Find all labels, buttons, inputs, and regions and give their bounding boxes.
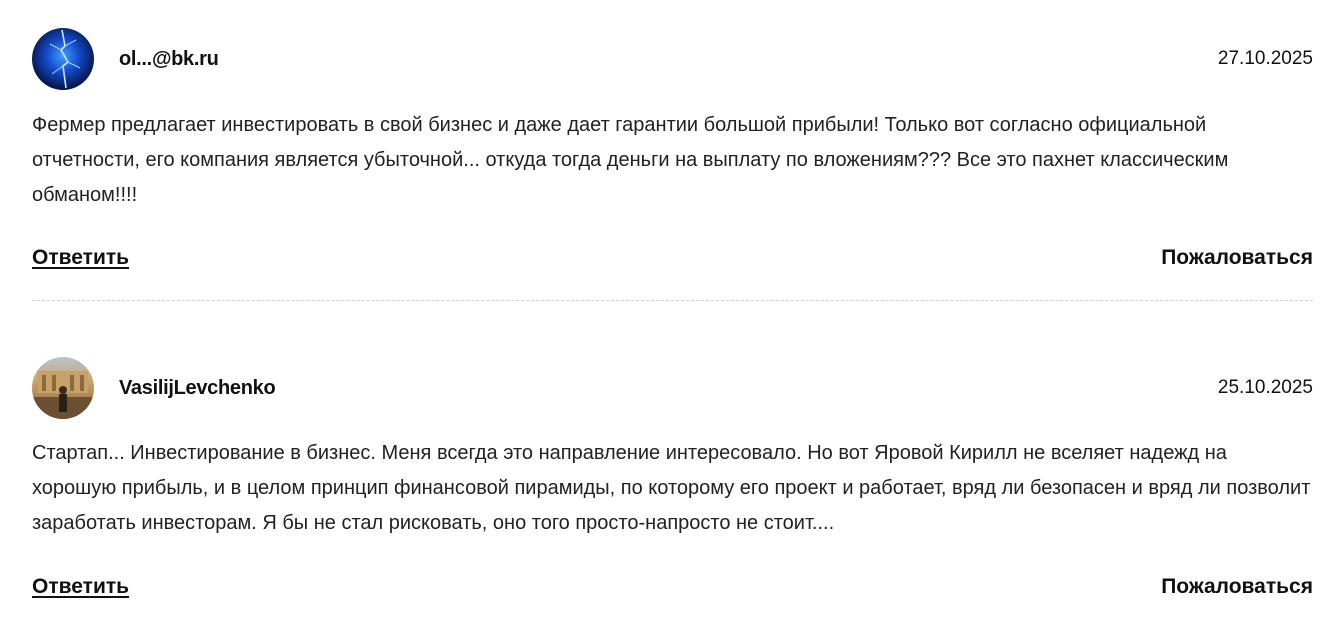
comment-author: VasilijLevchenko — [119, 377, 276, 399]
comment-author: ol...@bk.ru — [119, 48, 219, 70]
comment-item: VasilijLevchenko 25.10.2025 Стартап... И… — [32, 357, 1313, 598]
report-link[interactable]: Пожаловаться — [1161, 575, 1313, 599]
lightning-avatar-icon — [32, 28, 94, 90]
report-link[interactable]: Пожаловаться — [1161, 246, 1313, 270]
reply-link[interactable]: Ответить — [32, 246, 129, 270]
comment-item: ol...@bk.ru 27.10.2025 Фермер предлагает… — [32, 28, 1313, 269]
comments-list: ol...@bk.ru 27.10.2025 Фермер предлагает… — [0, 0, 1328, 629]
comment-header: VasilijLevchenko 25.10.2025 — [32, 357, 1313, 421]
comment-text: Фермер предлагает инвестировать в свой б… — [32, 114, 1229, 206]
comment-actions: Ответить Пожаловаться — [32, 575, 1313, 605]
comment-divider — [32, 300, 1313, 301]
comment-header: ol...@bk.ru 27.10.2025 — [32, 28, 1313, 92]
person-photo-avatar-icon — [32, 357, 94, 419]
reply-link[interactable]: Ответить — [32, 575, 129, 599]
comment-text: Стартап... Инвестирование в бизнес. Меня… — [32, 442, 1311, 534]
comment-date: 27.10.2025 — [1217, 48, 1313, 69]
comment-date: 25.10.2025 — [1217, 377, 1313, 398]
comment-actions: Ответить Пожаловаться — [32, 246, 1313, 276]
